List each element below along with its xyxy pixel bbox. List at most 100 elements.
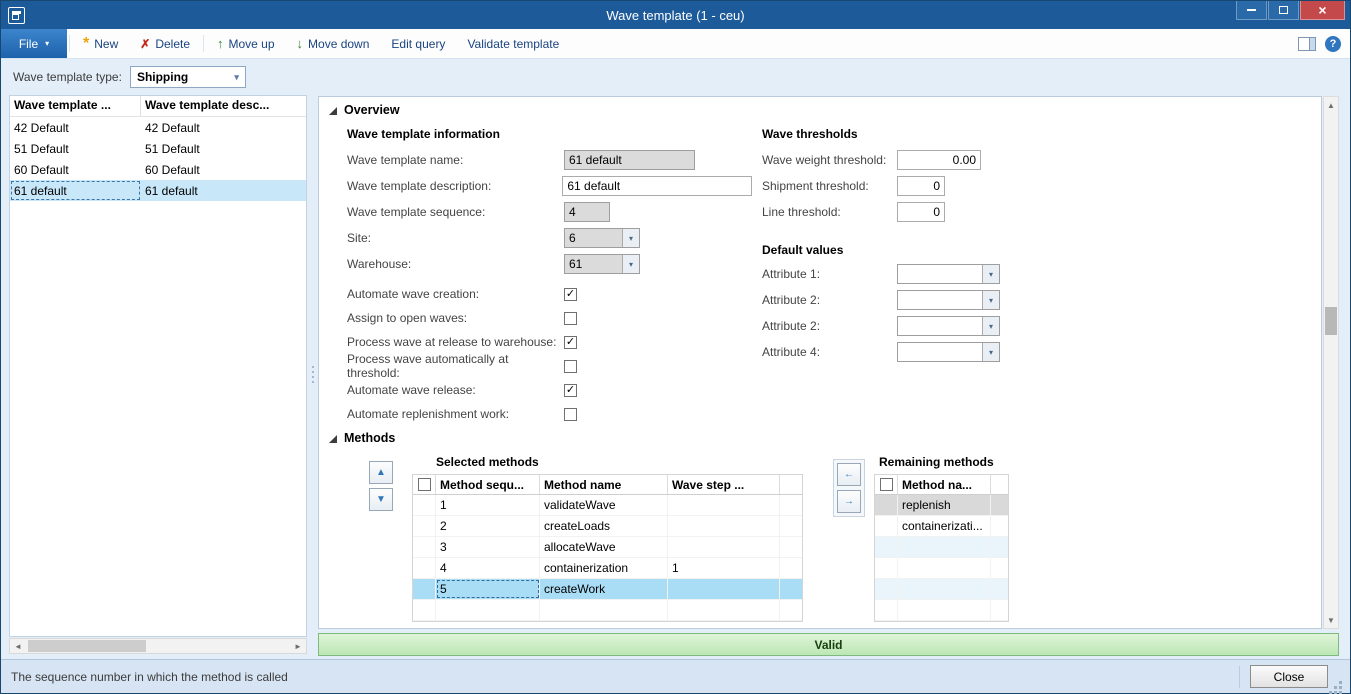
minimize-button[interactable]: [1236, 1, 1267, 20]
attribute-4-combo[interactable]: ▾: [897, 342, 1000, 362]
cell-template-desc: 42 Default: [141, 117, 306, 138]
chevron-down-icon[interactable]: ▾: [622, 255, 639, 273]
cell-method-name: createLoads: [540, 516, 668, 536]
resize-grip-icon[interactable]: [1339, 681, 1342, 684]
scrollbar-track[interactable]: [26, 639, 290, 653]
field-label: Attribute 1:: [762, 267, 897, 281]
column-header-filler: [780, 475, 802, 494]
new-button[interactable]: * New: [72, 29, 129, 58]
wave-template-name-field[interactable]: 61 default: [564, 150, 695, 170]
horizontal-scrollbar[interactable]: ◄ ►: [9, 638, 307, 654]
panel-splitter[interactable]: [310, 95, 316, 653]
line-threshold-field[interactable]: 0: [897, 202, 945, 222]
add-method-button[interactable]: ←: [837, 463, 861, 486]
table-row-selected[interactable]: 5 createWork: [413, 579, 802, 600]
method-move-up-button[interactable]: ▲: [369, 461, 393, 484]
automate-wave-creation-checkbox[interactable]: ✓: [564, 288, 577, 301]
toolbar-right: ?: [1298, 29, 1350, 58]
table-row[interactable]: 51 Default 51 Default: [10, 138, 306, 159]
wave-template-sequence-field[interactable]: 4: [564, 202, 610, 222]
overview-section-header[interactable]: Overview: [329, 103, 400, 117]
file-menu-button[interactable]: File ▾: [1, 29, 67, 58]
vertical-scrollbar[interactable]: ▲ ▼: [1323, 96, 1339, 629]
table-row-empty[interactable]: [875, 537, 1008, 558]
table-row-empty[interactable]: [413, 600, 802, 621]
wave-template-description-field[interactable]: 61 default: [562, 176, 752, 196]
cell-template-name: 51 Default: [10, 138, 141, 159]
select-all-checkbox[interactable]: [418, 478, 431, 491]
field-label: Shipment threshold:: [762, 179, 897, 193]
table-row[interactable]: 3 allocateWave: [413, 537, 802, 558]
maximize-button[interactable]: [1268, 1, 1299, 20]
automate-replenishment-work-checkbox[interactable]: [564, 408, 577, 421]
row-check-cell: [413, 558, 436, 578]
table-row-empty[interactable]: [875, 579, 1008, 600]
row-check-cell: [413, 495, 436, 515]
delete-button[interactable]: ✗ Delete: [129, 29, 201, 58]
assign-to-open-waves-checkbox[interactable]: [564, 312, 577, 325]
table-row-selected[interactable]: 61 default 61 default: [10, 180, 306, 201]
attribute-2-combo[interactable]: ▾: [897, 290, 1000, 310]
table-row[interactable]: 60 Default 60 Default: [10, 159, 306, 180]
column-header-method-name[interactable]: Method na...: [898, 475, 991, 494]
detail-panel: Overview Wave template information Wave …: [318, 96, 1322, 629]
window-title: Wave template (1 - ceu): [1, 8, 1350, 23]
column-header-method-name[interactable]: Method name: [540, 475, 668, 494]
chevron-down-icon[interactable]: ▾: [982, 343, 999, 361]
row-check-cell: [413, 537, 436, 557]
help-icon[interactable]: ?: [1325, 36, 1341, 52]
table-row[interactable]: 4 containerization 1: [413, 558, 802, 579]
edit-query-button[interactable]: Edit query: [380, 29, 456, 58]
chevron-down-icon[interactable]: ▾: [982, 265, 999, 283]
move-up-button[interactable]: ↑ Move up: [206, 29, 286, 58]
attribute-3-combo[interactable]: ▾: [897, 316, 1000, 336]
scrollbar-thumb[interactable]: [28, 640, 146, 652]
scroll-left-icon[interactable]: ◄: [10, 639, 26, 653]
method-move-down-button[interactable]: ▼: [369, 488, 393, 511]
close-button[interactable]: ×: [1300, 1, 1345, 20]
site-combo[interactable]: 6 ▾: [564, 228, 640, 248]
cell-method-sequence: 3: [436, 537, 540, 557]
methods-section-header[interactable]: Methods: [329, 431, 395, 445]
shipment-threshold-field[interactable]: 0: [897, 176, 945, 196]
column-header-wave-template[interactable]: Wave template ...: [10, 96, 141, 116]
new-icon: *: [83, 39, 89, 49]
remaining-methods-header: Method na...: [875, 475, 1008, 495]
attribute-1-combo[interactable]: ▾: [897, 264, 1000, 284]
wave-weight-threshold-field[interactable]: 0.00: [897, 150, 981, 170]
select-all-checkbox[interactable]: [880, 478, 893, 491]
column-header-wave-step[interactable]: Wave step ...: [668, 475, 780, 494]
table-row-empty[interactable]: [875, 600, 1008, 621]
table-row-empty[interactable]: [875, 558, 1008, 579]
validate-template-button[interactable]: Validate template: [456, 29, 570, 58]
scroll-up-icon[interactable]: ▲: [1324, 97, 1338, 113]
delete-label: Delete: [155, 37, 190, 51]
table-row-selected[interactable]: replenish: [875, 495, 1008, 516]
chevron-down-icon[interactable]: ▾: [622, 229, 639, 247]
warehouse-combo[interactable]: 61 ▾: [564, 254, 640, 274]
scrollbar-thumb[interactable]: [1325, 307, 1337, 335]
close-form-button[interactable]: Close: [1250, 665, 1328, 688]
field-label: Assign to open waves:: [347, 311, 564, 325]
table-row[interactable]: 2 createLoads: [413, 516, 802, 537]
scroll-right-icon[interactable]: ►: [290, 639, 306, 653]
cell-method-sequence: 1: [436, 495, 540, 515]
app-icon: [8, 7, 25, 24]
column-header-wave-template-desc[interactable]: Wave template desc...: [141, 96, 306, 116]
chevron-down-icon[interactable]: ▾: [982, 317, 999, 335]
scroll-down-icon[interactable]: ▼: [1324, 612, 1338, 628]
table-row[interactable]: containerizati...: [875, 516, 1008, 537]
table-row[interactable]: 1 validateWave: [413, 495, 802, 516]
remove-method-button[interactable]: →: [837, 490, 861, 513]
automate-wave-release-checkbox[interactable]: ✓: [564, 384, 577, 397]
attribute-2-value: [898, 291, 982, 309]
remaining-methods-title: Remaining methods: [879, 455, 994, 469]
process-wave-at-threshold-checkbox[interactable]: [564, 360, 577, 373]
wave-template-type-select[interactable]: Shipping ▾: [130, 66, 246, 88]
process-wave-at-release-checkbox[interactable]: ✓: [564, 336, 577, 349]
table-row[interactable]: 42 Default 42 Default: [10, 117, 306, 138]
move-down-button[interactable]: ↓ Move down: [286, 29, 381, 58]
column-header-method-sequence[interactable]: Method sequ...: [436, 475, 540, 494]
chevron-down-icon[interactable]: ▾: [982, 291, 999, 309]
layout-pane-icon[interactable]: [1298, 37, 1316, 51]
